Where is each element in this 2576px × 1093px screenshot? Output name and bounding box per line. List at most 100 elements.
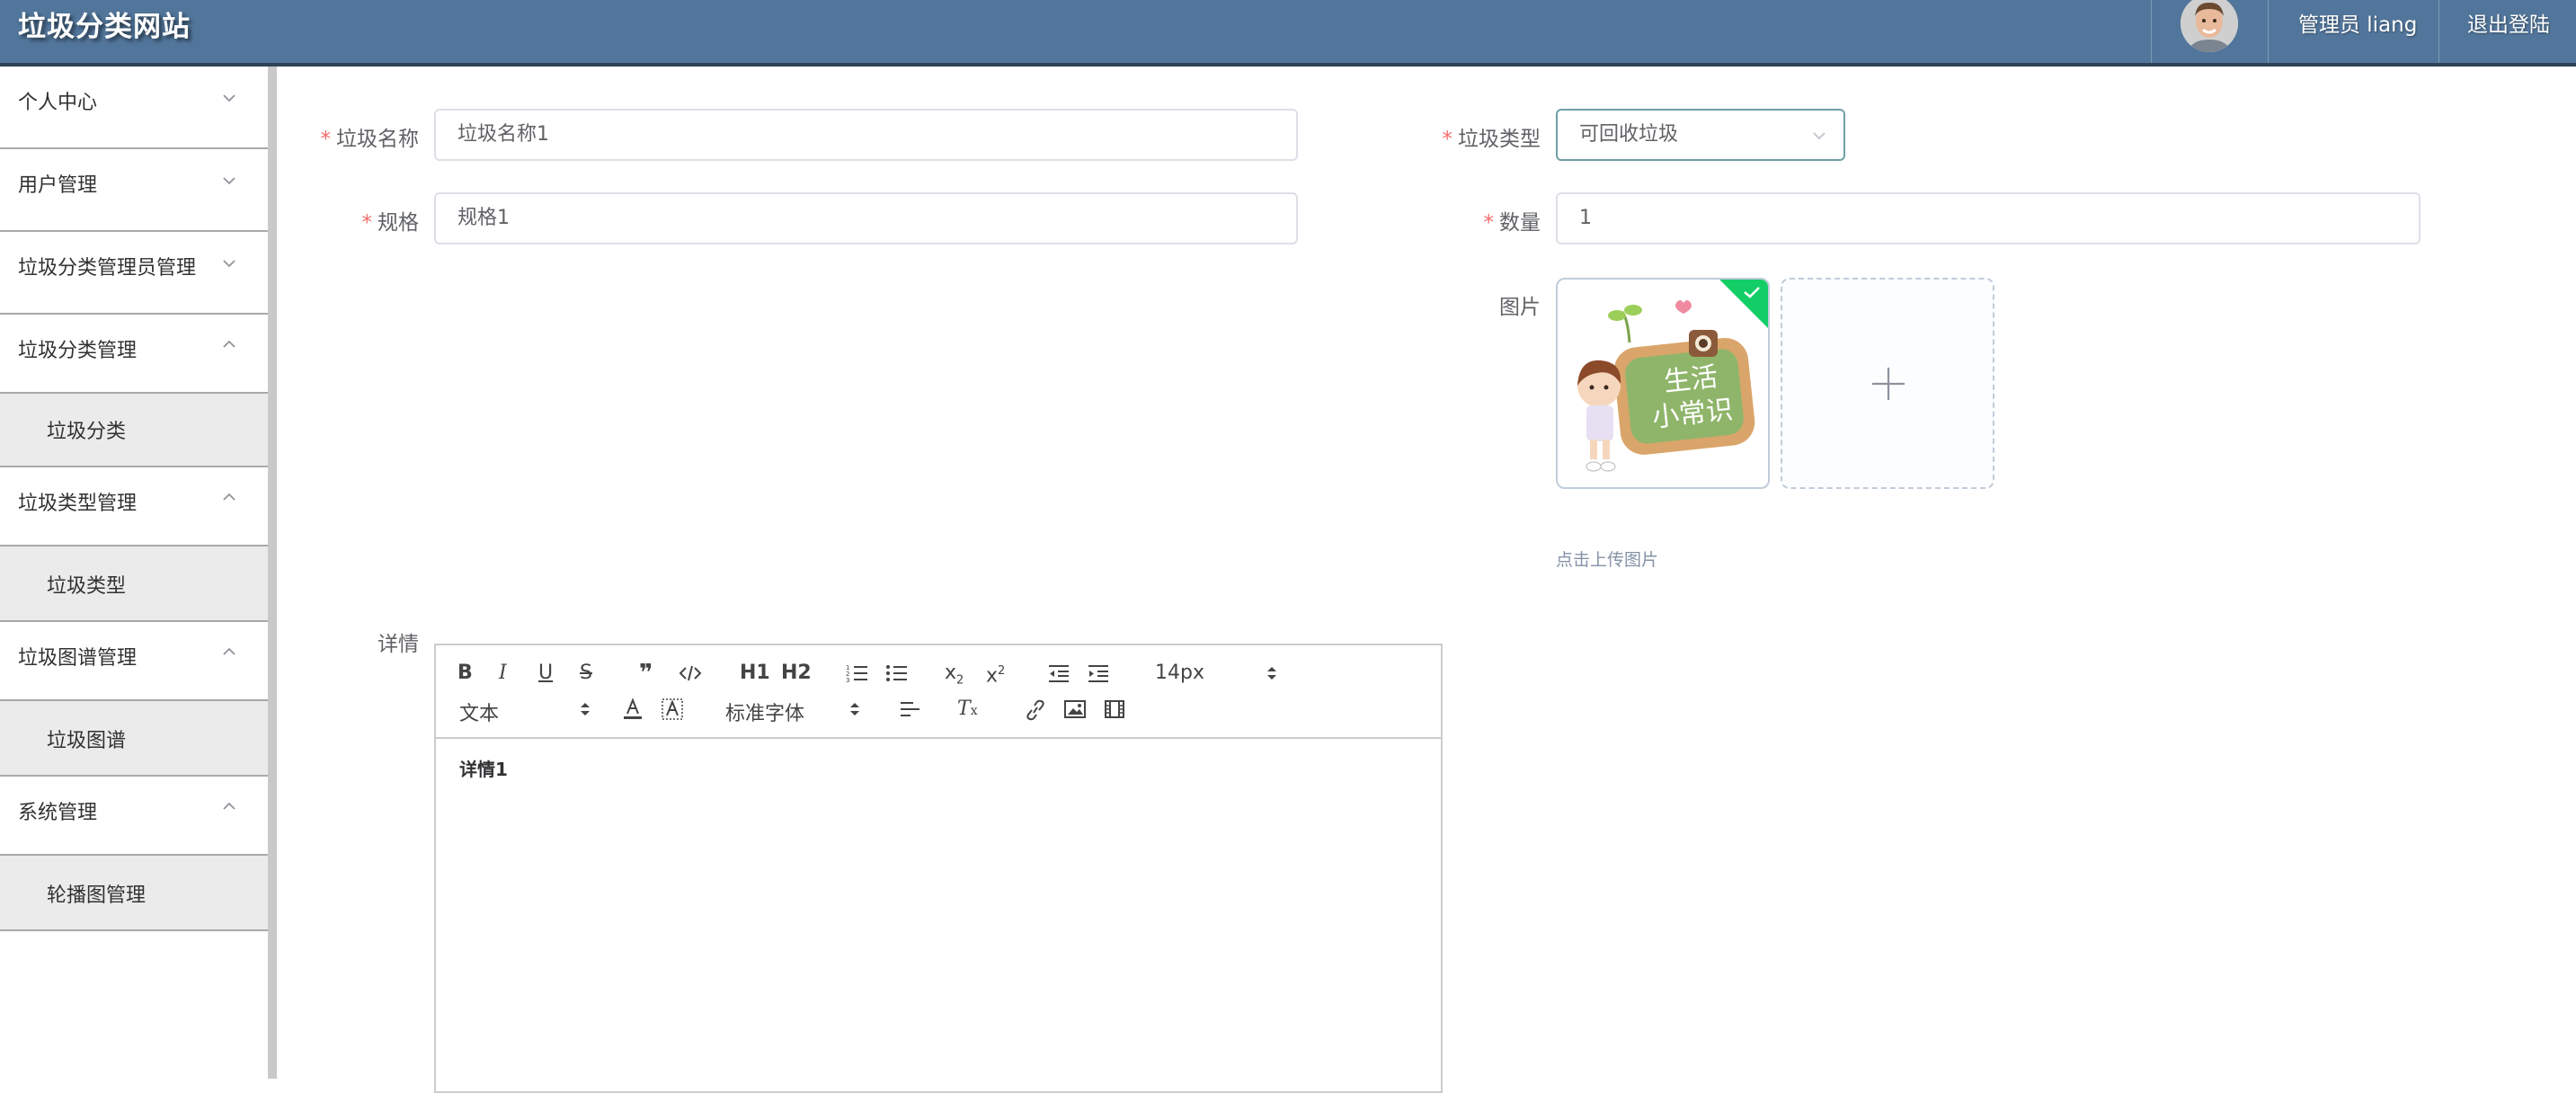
sidebar-subitem-label: 轮播图管理 <box>47 884 147 907</box>
sidebar-item-atlas-management[interactable]: 垃圾图谱管理 <box>0 622 268 701</box>
sidebar-item-label: 系统管理 <box>18 802 98 824</box>
ordered-list-icon[interactable]: 123 <box>846 663 869 683</box>
sidebar-item-label: 用户管理 <box>18 174 98 197</box>
uploaded-image-preview: 生活小常识 <box>1558 280 1768 487</box>
chevron-down-icon <box>223 260 235 268</box>
logout-button[interactable]: 退出登陆 <box>2467 7 2550 38</box>
detail-label: 详情 <box>378 633 419 656</box>
sidebar-menu: 个人中心 用户管理 垃圾分类管理员管理 垃圾分类管理 垃圾分类 垃圾类型管理 垃… <box>0 67 268 1079</box>
editor-content[interactable]: 详情1 <box>459 755 508 781</box>
indent-icon[interactable] <box>1087 663 1110 683</box>
avatar-photo-icon <box>2181 0 2238 52</box>
code-block-icon[interactable] <box>679 663 702 683</box>
chevron-updown-icon <box>850 703 859 715</box>
header2-icon[interactable]: H2 <box>781 662 812 685</box>
sidebar-item-personal-center[interactable]: 个人中心 <box>0 67 268 149</box>
spec-label-text: 规格 <box>378 211 419 235</box>
sidebar-item-label: 个人中心 <box>18 92 98 114</box>
upload-image-button[interactable] <box>1781 278 1994 489</box>
sidebar-item-label: 垃圾分类管理员管理 <box>18 257 197 280</box>
header-divider <box>2438 0 2439 63</box>
name-label: * 垃圾名称 <box>306 121 420 152</box>
editor-toolbar: B I U S ❞ H1 H2 123 x2 x2 14px 文本 标准字体 T… <box>436 645 1441 739</box>
underline-icon[interactable]: U <box>538 662 553 685</box>
sidebar-subitem-carousel[interactable]: 轮播图管理 <box>0 856 268 931</box>
align-left-icon[interactable] <box>898 699 921 719</box>
outdent-icon[interactable] <box>1047 663 1070 683</box>
bold-icon[interactable]: B <box>457 662 473 685</box>
subscript-icon[interactable]: x2 <box>945 662 964 692</box>
header-divider <box>2151 0 2152 63</box>
required-mark: * <box>1483 211 1495 235</box>
type-select-value: 可回收垃圾 <box>1579 123 1679 146</box>
sidebar-subitem-atlas[interactable]: 垃圾图谱 <box>0 701 268 777</box>
text-style-picker[interactable]: 文本 <box>459 698 590 726</box>
sidebar-item-label: 垃圾图谱管理 <box>18 647 138 670</box>
chevron-updown-icon <box>581 703 590 715</box>
type-select[interactable]: 可回收垃圾 <box>1556 109 1845 161</box>
font-size-picker[interactable]: 14px <box>1155 662 1276 684</box>
required-mark: * <box>1442 128 1453 151</box>
sidebar-item-user-management[interactable]: 用户管理 <box>0 149 268 232</box>
name-input[interactable]: 垃圾名称1 <box>434 109 1298 161</box>
clear-format-icon[interactable]: Tx <box>957 698 978 723</box>
sidebar-subitem-label: 垃圾类型 <box>47 575 127 598</box>
italic-icon[interactable]: I <box>499 662 507 685</box>
required-mark: * <box>361 211 373 235</box>
check-icon <box>1744 287 1760 298</box>
font-family-picker[interactable]: 标准字体 <box>725 698 869 726</box>
sidebar-item-label: 垃圾类型管理 <box>18 493 138 515</box>
quantity-input[interactable]: 1 <box>1556 192 2421 244</box>
name-label-text: 垃圾名称 <box>336 128 419 151</box>
image-icon[interactable] <box>1063 699 1087 719</box>
sidebar-subitem-sorting[interactable]: 垃圾分类 <box>0 394 268 467</box>
link-icon[interactable] <box>1024 699 1047 721</box>
video-icon[interactable] <box>1103 699 1126 719</box>
spec-label: * 规格 <box>306 205 420 235</box>
rich-text-editor: B I U S ❞ H1 H2 123 x2 x2 14px 文本 标准字体 T… <box>434 644 1443 1093</box>
plus-icon <box>1872 368 1905 400</box>
quantity-label: * 数量 <box>1427 205 1541 235</box>
chevron-down-icon <box>1813 132 1825 140</box>
type-label: * 垃圾类型 <box>1427 121 1541 152</box>
font-family-value: 标准字体 <box>725 703 805 725</box>
type-label-text: 垃圾类型 <box>1458 128 1541 151</box>
sidebar-item-label: 垃圾分类管理 <box>18 340 138 362</box>
chevron-down-icon <box>223 177 235 185</box>
svg-text:3: 3 <box>846 677 849 683</box>
upload-tip: 点击上传图片 <box>1556 550 1659 570</box>
text-style-value: 文本 <box>459 703 500 725</box>
chevron-up-icon <box>223 802 235 810</box>
sidebar-item-sorting-admin-management[interactable]: 垃圾分类管理员管理 <box>0 232 268 315</box>
required-mark: * <box>320 128 332 151</box>
chevron-updown-icon <box>1267 667 1276 680</box>
chevron-down-icon <box>223 94 235 102</box>
current-user[interactable]: 管理员 liang <box>2298 7 2417 38</box>
superscript-icon[interactable]: x2 <box>986 660 1005 688</box>
spec-input[interactable]: 规格1 <box>434 192 1298 244</box>
header1-icon[interactable]: H1 <box>740 662 770 685</box>
site-title: 垃圾分类网站 <box>18 11 191 43</box>
image-label: 图片 <box>1499 296 1541 319</box>
strikethrough-icon[interactable]: S <box>580 662 592 685</box>
background-color-icon[interactable] <box>661 698 684 721</box>
chevron-up-icon <box>223 647 235 655</box>
text-color-icon[interactable] <box>621 698 644 721</box>
top-header: 垃圾分类网站 管理员 liang 退出登陆 <box>0 0 2576 67</box>
blockquote-icon[interactable]: ❞ <box>639 662 653 685</box>
header-divider <box>2268 0 2269 63</box>
sidebar-subitem-type[interactable]: 垃圾类型 <box>0 546 268 622</box>
sidebar-item-sorting-management[interactable]: 垃圾分类管理 <box>0 315 268 394</box>
sidebar-subitem-label: 垃圾分类 <box>47 421 127 443</box>
chevron-up-icon <box>223 493 235 501</box>
chevron-up-icon <box>223 340 235 348</box>
sidebar-item-system-management[interactable]: 系统管理 <box>0 777 268 856</box>
sidebar-divider <box>268 67 277 1079</box>
bullet-list-icon[interactable] <box>885 663 909 683</box>
uploaded-image-card[interactable]: 生活小常识 <box>1556 278 1770 489</box>
sidebar-item-type-management[interactable]: 垃圾类型管理 <box>0 467 268 546</box>
sidebar-subitem-label: 垃圾图谱 <box>47 730 127 752</box>
font-size-value: 14px <box>1155 662 1204 684</box>
quantity-label-text: 数量 <box>1499 211 1541 235</box>
avatar[interactable] <box>2181 0 2238 52</box>
